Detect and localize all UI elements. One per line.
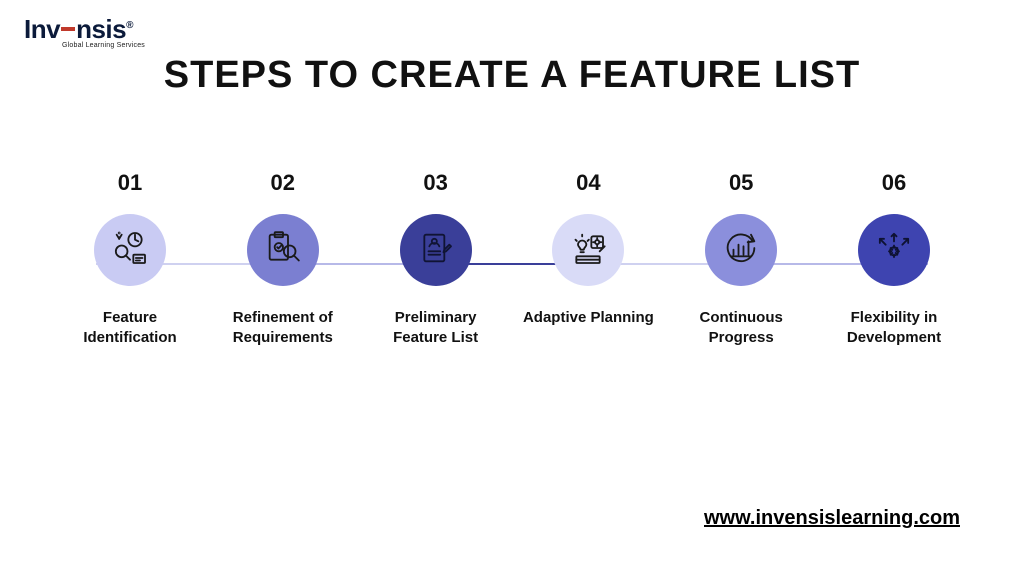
step-circle (858, 214, 930, 286)
feature-identification-icon (110, 228, 150, 273)
step-06: 06 Flexibility in Development (824, 170, 964, 349)
step-number: 03 (423, 170, 447, 196)
brand-tagline: Global Learning Services (62, 42, 145, 49)
step-number: 06 (882, 170, 906, 196)
brand-logo: Invnsis® Global Learning Services (24, 14, 145, 49)
website-url[interactable]: www.invensislearning.com (704, 507, 960, 530)
steps-row: 01 Feature Identification 02 (60, 170, 964, 349)
step-05: 05 Continuous Progress (671, 170, 811, 349)
step-circle (552, 214, 624, 286)
continuous-progress-icon (721, 228, 761, 273)
step-circle (705, 214, 777, 286)
step-label: Adaptive Planning (523, 308, 654, 328)
step-label: Feature Identification (60, 308, 200, 349)
step-label: Preliminary Feature List (366, 308, 506, 349)
step-label: Refinement of Requirements (213, 308, 353, 349)
process-timeline: 01 Feature Identification 02 (60, 170, 964, 349)
step-circle (94, 214, 166, 286)
step-01: 01 Feature Identification (60, 170, 200, 349)
step-circle (400, 214, 472, 286)
requirements-refinement-icon (263, 228, 303, 273)
step-04: 04 Adaptive Planning (518, 170, 658, 349)
step-number: 01 (118, 170, 142, 196)
adaptive-planning-icon (568, 228, 608, 273)
step-03: 03 Preliminary Feature List (366, 170, 506, 349)
step-number: 04 (576, 170, 600, 196)
flexibility-icon (874, 228, 914, 273)
step-02: 02 Refinement of Requirements (213, 170, 353, 349)
logo-bar-icon (61, 27, 75, 31)
step-circle (247, 214, 319, 286)
slide: Invnsis® Global Learning Services STEPS … (0, 0, 1024, 576)
step-number: 02 (271, 170, 295, 196)
step-number: 05 (729, 170, 753, 196)
step-label: Flexibility in Development (824, 308, 964, 349)
feature-list-icon (416, 228, 456, 273)
brand-wordmark: Invnsis® (24, 14, 145, 45)
page-title: STEPS TO CREATE A FEATURE LIST (0, 54, 1024, 97)
step-label: Continuous Progress (671, 308, 811, 349)
